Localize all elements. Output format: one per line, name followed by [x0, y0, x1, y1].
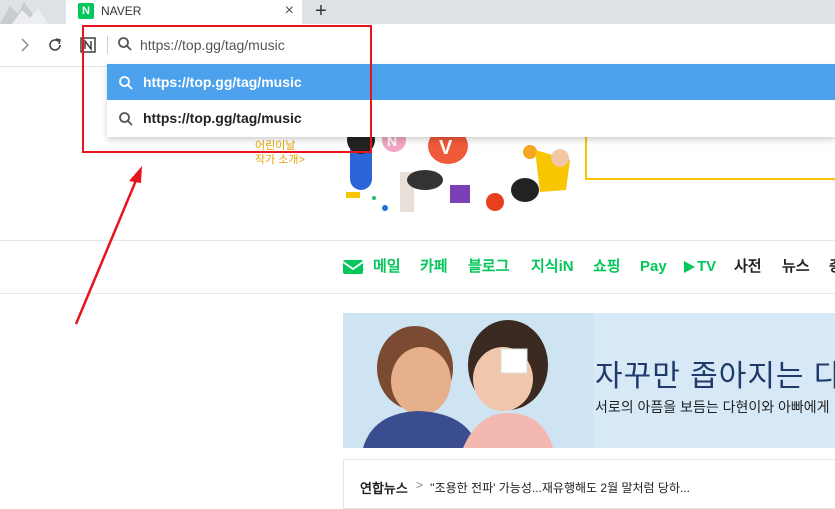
- tab-naver[interactable]: N NAVER ×: [66, 0, 302, 24]
- news-headline[interactable]: ''조용한 전파' 가능성...재유행해도 2월 말처럼 당하...: [430, 479, 690, 496]
- news-ticker[interactable]: 연합뉴스 > ''조용한 전파' 가능성...재유행해도 2월 말처럼 당하..…: [343, 459, 835, 509]
- divider: [0, 293, 835, 294]
- service-pay[interactable]: Pay: [640, 256, 667, 278]
- service-kin[interactable]: 지식iN: [531, 256, 574, 278]
- tab-close-icon[interactable]: ×: [285, 2, 294, 20]
- promo-line: 작가 소개>: [255, 154, 305, 166]
- chevron-right-icon: >: [416, 478, 424, 492]
- divider: [0, 240, 835, 241]
- reload-icon[interactable]: [46, 36, 64, 54]
- new-tab-button[interactable]: +: [310, 0, 332, 24]
- service-mail[interactable]: 메일: [373, 256, 401, 278]
- banner-title: 자꾸만 좁아지는 다: [595, 360, 835, 393]
- service-cafe[interactable]: 카페: [420, 256, 448, 278]
- svg-text:V: V: [439, 137, 453, 159]
- service-blog[interactable]: 블로그: [468, 256, 509, 278]
- annotation-highlight-box: [82, 25, 372, 153]
- service-news[interactable]: 뉴스: [782, 256, 810, 278]
- tab-strip: N NAVER × +: [0, 0, 835, 24]
- banner-subtitle: 서로의 아픔을 보듬는 다현이와 아빠에게: [595, 399, 830, 415]
- mail-icon: [342, 258, 364, 276]
- service-stock[interactable]: 증: [829, 256, 835, 278]
- feature-banner[interactable]: 자꾸만 좁아지는 다 서로의 아픔을 보듬는 다현이와 아빠에게: [343, 313, 835, 448]
- service-tv[interactable]: TV: [697, 256, 716, 278]
- browser-corner-logo: [0, 0, 66, 24]
- tab-title: NAVER: [101, 4, 142, 18]
- tv-play-icon: [682, 260, 696, 274]
- service-shopping[interactable]: 쇼핑: [593, 256, 621, 278]
- forward-icon[interactable]: [16, 36, 34, 54]
- naver-favicon-icon: N: [78, 3, 94, 19]
- service-dictionary[interactable]: 사전: [734, 256, 762, 278]
- news-press[interactable]: 연합뉴스: [360, 478, 408, 497]
- banner-illustration: [343, 313, 593, 448]
